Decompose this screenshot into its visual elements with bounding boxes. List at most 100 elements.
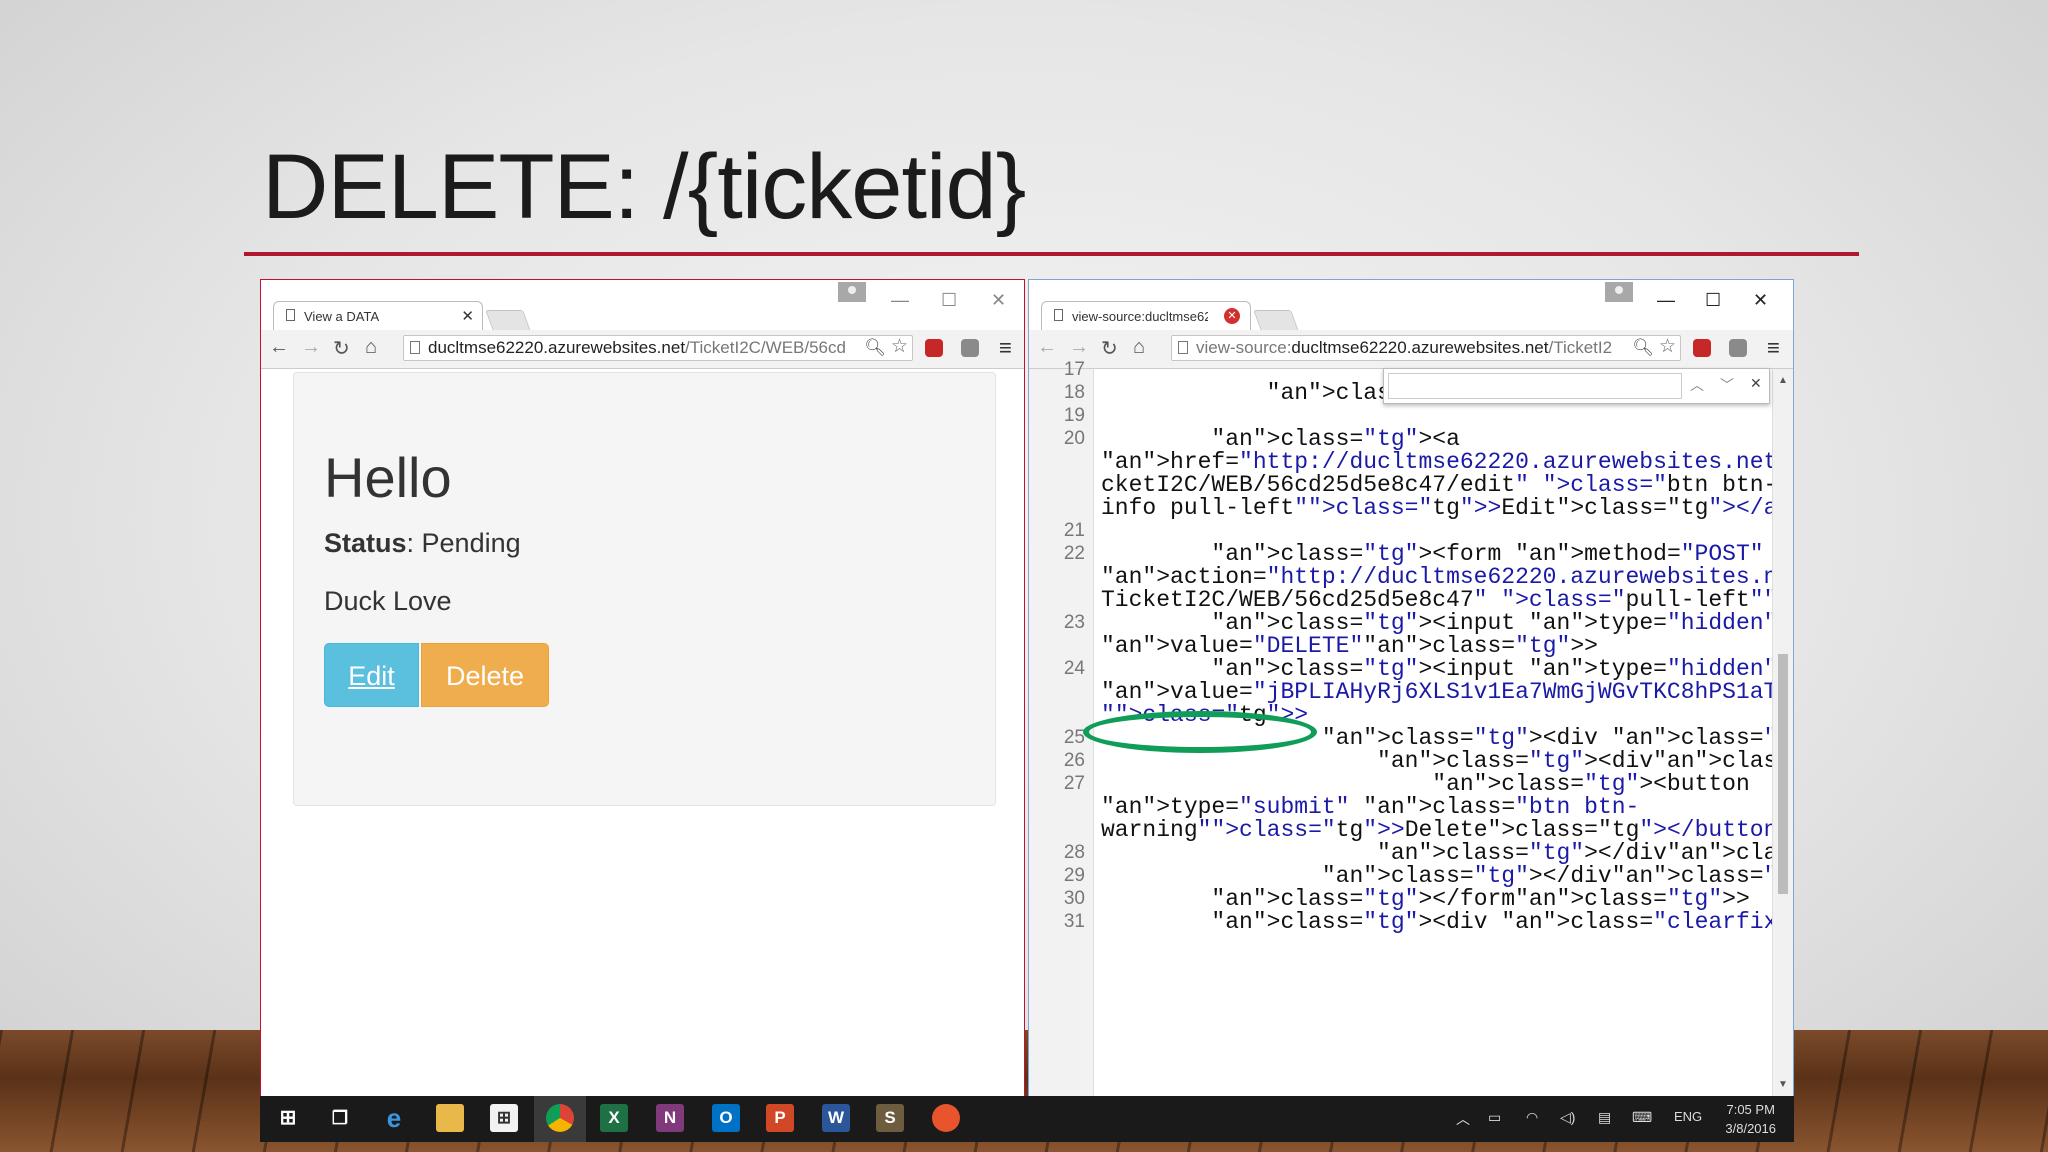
chrome-icon[interactable] [546, 1104, 574, 1132]
browser-toolbar: ← → ↻ ⌂ ducltmse62220.azurewebsites.net/… [261, 330, 1024, 369]
new-tab-button[interactable] [485, 310, 531, 331]
app-icon[interactable] [932, 1104, 960, 1132]
extension-icon[interactable] [961, 339, 979, 357]
zoom-icon[interactable]: 🔍︎ [862, 336, 886, 360]
ticket-status: Status: Pending [324, 528, 521, 559]
line-number: 20 [1063, 428, 1085, 449]
tab-label: View a DATA [304, 309, 380, 324]
file-explorer-icon[interactable] [436, 1104, 464, 1132]
back-arrow-icon[interactable]: ← [269, 336, 289, 359]
tab-view-a-data[interactable]: View a DATA ✕ [273, 301, 483, 330]
onenote-icon[interactable]: N [656, 1104, 684, 1132]
home-icon[interactable]: ⌂ [365, 336, 377, 359]
volume-icon[interactable]: ◁) [1560, 1109, 1575, 1126]
back-arrow-icon[interactable]: ← [1037, 336, 1057, 359]
profile-icon[interactable] [1605, 282, 1633, 302]
new-tab-button[interactable] [1253, 310, 1299, 331]
title-bar: view-source:ducltmse622 ✕ — ☐ ✕ [1029, 280, 1793, 331]
find-previous-icon[interactable]: ︿ [1690, 375, 1704, 395]
profile-icon[interactable] [838, 282, 866, 302]
ticket-panel: Hello Status: Pending Duck Love Edit Del… [293, 372, 996, 806]
line-number: 28 [1063, 842, 1085, 863]
edge-icon[interactable]: e [380, 1104, 408, 1132]
show-hidden-icons-icon[interactable]: ︿ [1456, 1109, 1470, 1129]
line-number: 29 [1063, 865, 1085, 886]
tab-view-source[interactable]: view-source:ducltmse622 ✕ [1041, 301, 1251, 330]
home-icon[interactable]: ⌂ [1133, 336, 1145, 359]
excel-icon[interactable]: X [600, 1104, 628, 1132]
task-view-icon[interactable]: ❐ [326, 1104, 354, 1132]
line-number: 23 [1063, 612, 1085, 633]
url-domain: ducltmse62220.azurewebsites.net [428, 338, 686, 357]
word-icon[interactable]: W [822, 1104, 850, 1132]
minimize-icon[interactable]: — [891, 290, 909, 311]
line-number: 31 [1063, 911, 1085, 932]
close-window-icon[interactable]: ✕ [1753, 290, 1768, 311]
clock[interactable]: 7:05 PM 3/8/2016 [1725, 1100, 1776, 1138]
delete-button[interactable]: Delete [421, 643, 549, 707]
line-number: 26 [1063, 750, 1085, 771]
extension-icon[interactable] [1729, 339, 1747, 357]
ublock-extension-icon[interactable] [1693, 339, 1711, 357]
ublock-extension-icon[interactable] [925, 339, 943, 357]
page-icon [410, 341, 420, 354]
zoom-icon[interactable]: 🔍︎ [1630, 336, 1654, 360]
find-next-icon[interactable]: ﹀ [1720, 375, 1734, 395]
battery-icon[interactable]: ▭ [1488, 1109, 1501, 1126]
menu-icon[interactable]: ≡ [999, 335, 1012, 361]
language-indicator[interactable]: ENG [1674, 1109, 1702, 1124]
menu-icon[interactable]: ≡ [1767, 335, 1780, 361]
sublime-text-icon[interactable]: S [876, 1104, 904, 1132]
close-tab-icon[interactable]: ✕ [1224, 308, 1240, 324]
action-center-icon[interactable]: ▤ [1598, 1109, 1611, 1126]
address-bar[interactable]: ducltmse62220.azurewebsites.net/TicketI2… [403, 335, 913, 361]
powerpoint-icon[interactable]: P [766, 1104, 794, 1132]
maximize-icon[interactable]: ☐ [1705, 290, 1721, 311]
line-number: 19 [1063, 405, 1085, 426]
scroll-up-icon[interactable]: ▲ [1778, 375, 1788, 386]
keyboard-icon[interactable]: ⌨ [1632, 1109, 1652, 1126]
windows-taskbar: ⊞ ❐ e ⊞ X N O P W S ︿ ▭ ◠ ◁) ▤ ⌨ ENG 7:0… [260, 1096, 1794, 1142]
bookmark-star-icon[interactable]: ☆ [1658, 336, 1676, 359]
browser-toolbar: ← → ↻ ⌂ view-source:ducltmse62220.azurew… [1029, 330, 1793, 369]
line-number: 22 [1063, 543, 1085, 564]
edit-button[interactable]: Edit [324, 643, 419, 707]
windows-start-icon[interactable]: ⊞ [274, 1104, 302, 1132]
close-window-icon[interactable]: ✕ [991, 290, 1006, 311]
status-label: Status [324, 528, 407, 558]
scrollbar-thumb[interactable] [1778, 654, 1788, 894]
bookmark-star-icon[interactable]: ☆ [890, 336, 908, 359]
forward-arrow-icon[interactable]: → [301, 336, 321, 359]
close-tab-icon[interactable]: ✕ [461, 307, 474, 325]
wifi-icon[interactable]: ◠ [1526, 1109, 1538, 1126]
line-number: 17 [1063, 359, 1085, 380]
outlook-icon[interactable]: O [712, 1104, 740, 1132]
line-number: 30 [1063, 888, 1085, 909]
scroll-down-icon[interactable]: ▼ [1778, 1079, 1788, 1090]
store-icon[interactable]: ⊞ [490, 1104, 518, 1132]
source-line: "an">class="tg"><div "an">class="clearfi… [1211, 909, 1793, 935]
minimize-icon[interactable]: — [1657, 290, 1675, 311]
find-input[interactable] [1388, 373, 1682, 399]
left-browser-window: View a DATA ✕ — ☐ ✕ ← → ↻ ⌂ ducltmse6222… [260, 279, 1025, 1096]
page-icon [1054, 309, 1063, 321]
slide-title: DELETE: /{ticketid} [262, 136, 1026, 238]
reload-icon[interactable]: ↻ [333, 336, 350, 361]
url-prefix: view-source: [1196, 338, 1292, 357]
reload-icon[interactable]: ↻ [1101, 336, 1118, 361]
close-find-icon[interactable]: ✕ [1750, 375, 1762, 392]
tab-label: view-source:ducltmse622 [1072, 309, 1208, 324]
page-icon [1178, 341, 1188, 354]
source-line: info pull-left"">class="tg">>Edit">class… [1101, 495, 1793, 521]
find-bar: ︿ ﹀ ✕ [1383, 368, 1770, 404]
forward-arrow-icon[interactable]: → [1069, 336, 1089, 359]
maximize-icon[interactable]: ☐ [941, 290, 957, 311]
vertical-scrollbar[interactable]: ▲ ▼ [1772, 369, 1793, 1096]
line-number: 24 [1063, 658, 1085, 679]
line-number: 21 [1063, 520, 1085, 541]
title-underline [244, 252, 1859, 256]
page-icon [286, 309, 295, 321]
line-number: 18 [1063, 382, 1085, 403]
address-bar[interactable]: view-source:ducltmse62220.azurewebsites.… [1171, 335, 1681, 361]
ticket-heading: Hello [324, 446, 452, 509]
